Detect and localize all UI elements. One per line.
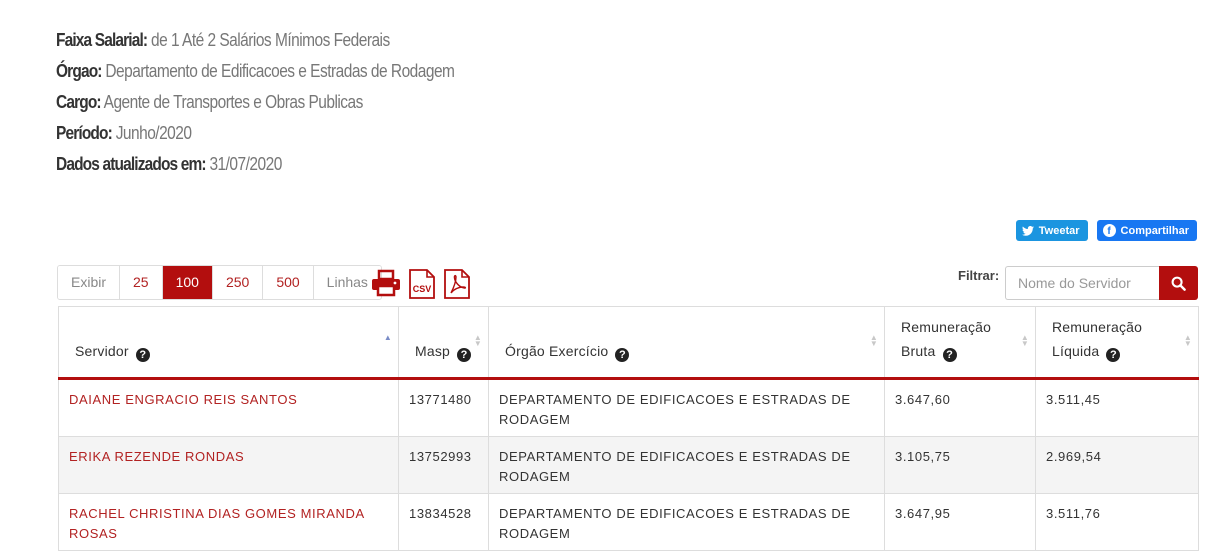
bruta-cell: 3.105,75 — [884, 436, 1036, 494]
servidor-link[interactable]: RACHEL CHRISTINA DIAS GOMES MIRANDA ROSA… — [58, 493, 399, 551]
twitter-icon — [1021, 225, 1034, 236]
length-option-25[interactable]: 25 — [120, 266, 163, 299]
help-icon[interactable]: ? — [615, 348, 630, 362]
search-icon — [1171, 276, 1186, 291]
servidor-link[interactable]: DAIANE ENGRACIO REIS SANTOS — [58, 378, 399, 437]
csv-text: CSV — [413, 284, 432, 294]
share-label: Compartilhar — [1120, 224, 1189, 237]
filter-label: Filtrar: — [958, 268, 1000, 283]
info-period: Período: Junho/2020 — [56, 123, 192, 143]
col-header-liquida[interactable]: Remuneração Líquida ? ▲ ▼ — [1035, 306, 1199, 380]
table-header-row: Servidor ? ▲ Masp ? ▲ ▼ Órgão Exercício ?… — [58, 306, 1199, 380]
servidor-link[interactable]: ERIKA REZENDE RONDAS — [58, 436, 399, 494]
liquida-cell: 3.511,76 — [1035, 493, 1199, 551]
facebook-share-button[interactable]: f Compartilhar — [1096, 220, 1197, 241]
servants-table: Servidor ? ▲ Masp ? ▲ ▼ Órgão Exercício ?… — [58, 306, 1199, 551]
tweet-button[interactable]: Tweetar — [1015, 220, 1088, 241]
search-input[interactable] — [1005, 266, 1159, 300]
sort-icon: ▲ ▼ — [1183, 333, 1192, 348]
info-salary-range: Faixa Salarial: de 1 Até 2 Salários Míni… — [56, 30, 390, 50]
search-button[interactable] — [1159, 266, 1198, 300]
help-icon[interactable]: ? — [135, 348, 150, 362]
help-icon[interactable]: ? — [942, 348, 957, 362]
masp-cell: 13834528 — [398, 493, 489, 551]
search-box — [1005, 266, 1198, 300]
facebook-icon: f — [1102, 224, 1116, 237]
orgao-cell: DEPARTAMENTO DE EDIFICACOES E ESTRADAS D… — [488, 493, 885, 551]
info-position: Cargo: Agente de Transportes e Obras Pub… — [56, 92, 363, 112]
sort-icon: ▲ ▼ — [1020, 333, 1029, 348]
show-label: Exibir — [58, 266, 121, 299]
pdf-icon[interactable] — [443, 269, 471, 299]
csv-icon[interactable]: CSV — [408, 269, 436, 299]
info-organ: Órgao: Departamento de Edificacoes e Est… — [56, 61, 455, 81]
help-icon[interactable]: ? — [1106, 348, 1121, 362]
orgao-cell: DEPARTAMENTO DE EDIFICACOES E ESTRADAS D… — [488, 378, 885, 437]
page-length-selector: Exibir 25 100 250 500 Linhas — [57, 265, 382, 300]
bruta-cell: 3.647,60 — [884, 378, 1036, 437]
table-row: DAIANE ENGRACIO REIS SANTOS 13771480 DEP… — [58, 378, 1199, 437]
social-share: Tweetar f Compartilhar — [1015, 220, 1197, 241]
table-row: RACHEL CHRISTINA DIAS GOMES MIRANDA ROSA… — [58, 493, 1199, 551]
sort-asc-icon: ▲ — [383, 333, 392, 342]
bruta-cell: 3.647,95 — [884, 493, 1036, 551]
tweet-label: Tweetar — [1038, 224, 1080, 237]
print-icon[interactable] — [371, 269, 401, 297]
length-option-100[interactable]: 100 — [162, 266, 213, 299]
sort-icon: ▲ ▼ — [869, 333, 878, 348]
table-row: ERIKA REZENDE RONDAS 13752993 DEPARTAMEN… — [58, 436, 1199, 494]
filter-summary: Faixa Salarial: de 1 Até 2 Salários Míni… — [56, 27, 519, 182]
col-header-bruta[interactable]: Remuneração Bruta ? ▲ ▼ — [884, 306, 1036, 380]
liquida-cell: 2.969,54 — [1035, 436, 1199, 494]
col-header-servidor[interactable]: Servidor ? ▲ — [58, 306, 399, 380]
col-header-masp[interactable]: Masp ? ▲ ▼ — [398, 306, 489, 380]
info-updated: Dados atualizados em: 31/07/2020 — [56, 154, 282, 174]
masp-cell: 13771480 — [398, 378, 489, 437]
col-header-orgao[interactable]: Órgão Exercício ? ▲ ▼ — [488, 306, 885, 380]
help-icon[interactable]: ? — [457, 348, 472, 362]
length-option-250[interactable]: 250 — [212, 266, 264, 299]
sort-icon: ▲ ▼ — [473, 333, 482, 348]
length-option-500[interactable]: 500 — [263, 266, 314, 299]
liquida-cell: 3.511,45 — [1035, 378, 1199, 437]
masp-cell: 13752993 — [398, 436, 489, 494]
orgao-cell: DEPARTAMENTO DE EDIFICACOES E ESTRADAS D… — [488, 436, 885, 494]
